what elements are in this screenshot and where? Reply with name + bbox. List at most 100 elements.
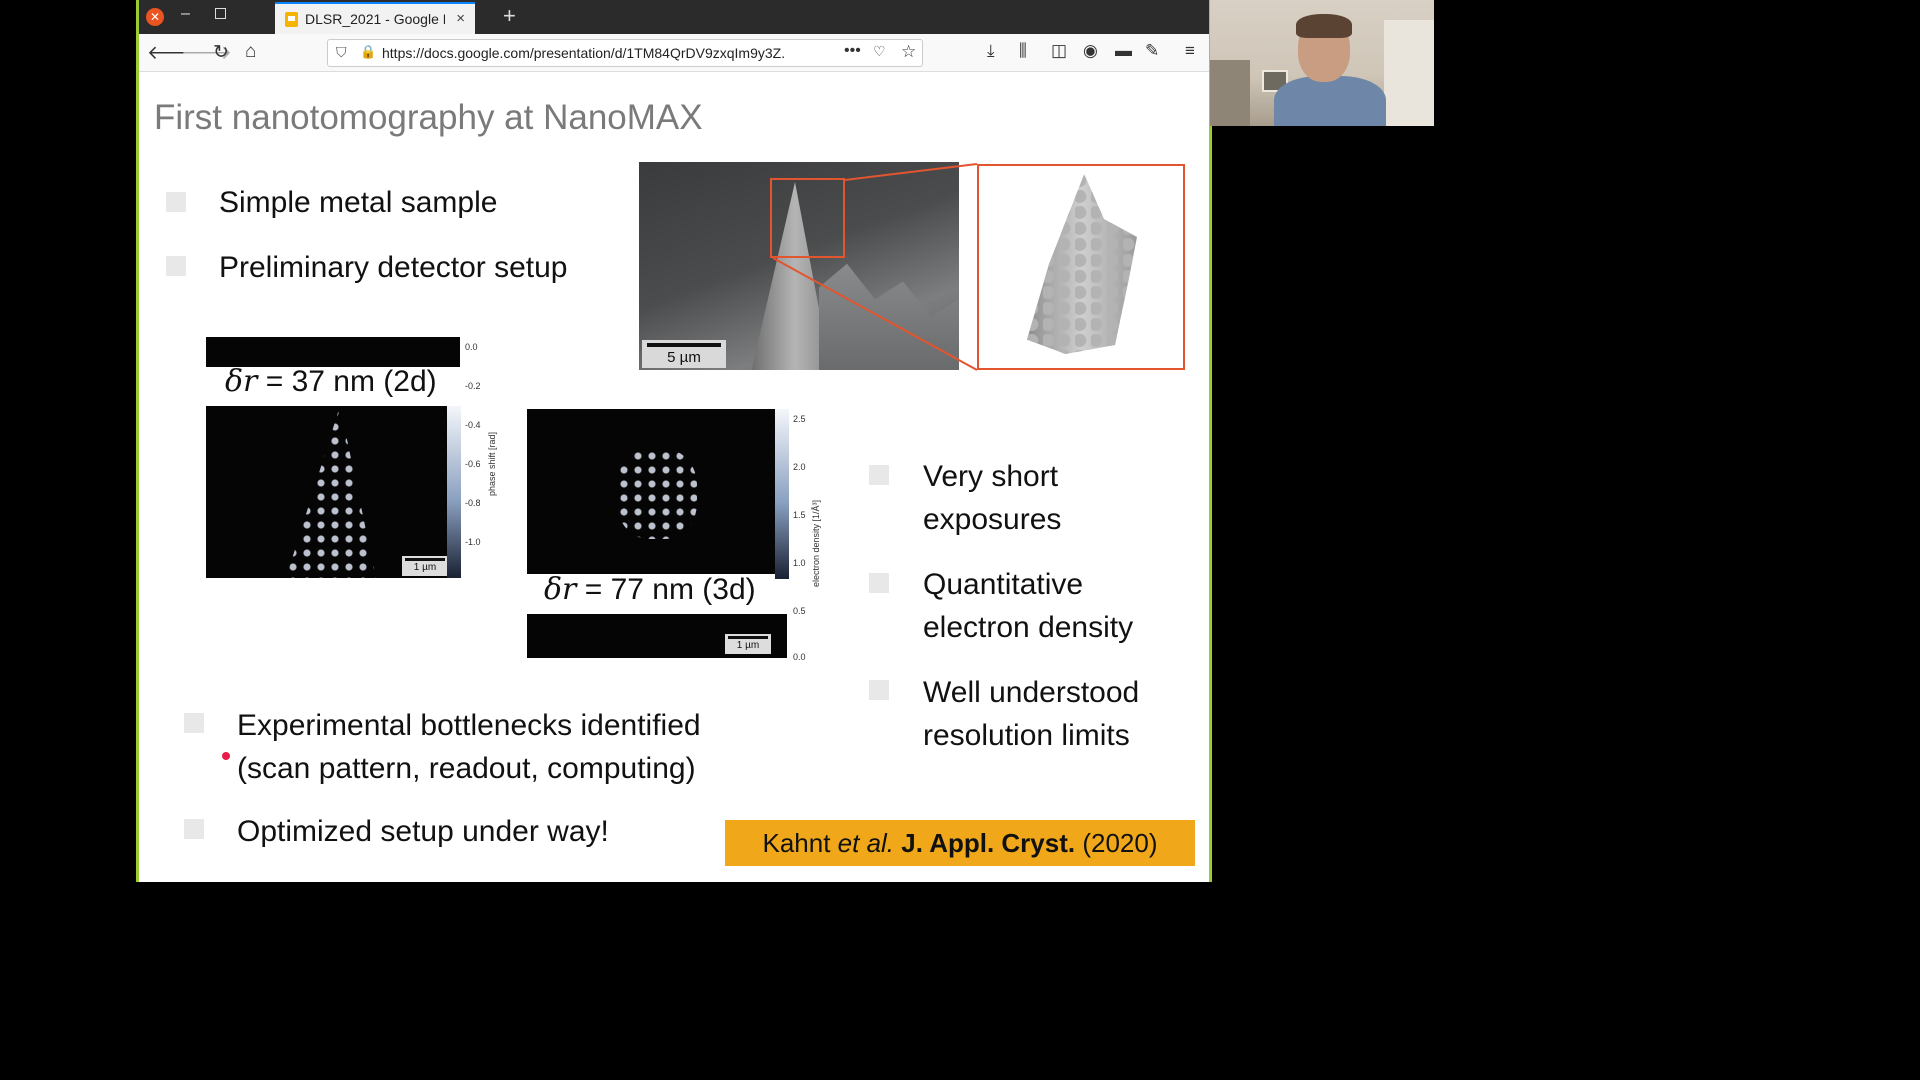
scale-bar-line [647, 343, 721, 347]
citation-journal: J. Appl. Cryst. [894, 828, 1076, 858]
window-maximize-button[interactable] [215, 8, 226, 19]
tab-title: DLSR_2021 - Google Pre [305, 11, 445, 27]
extension-icon[interactable]: ▬ [1115, 41, 1132, 61]
colorbar-tick: -1.0 [465, 537, 481, 547]
scale-bar-line [405, 558, 445, 561]
webcam-video [1210, 0, 1434, 126]
colorbar-tick: 1.0 [793, 558, 806, 568]
sample-ridge [819, 263, 959, 370]
bullet-marker [869, 573, 889, 593]
url-text[interactable]: https://docs.google.com/presentation/d/1… [382, 45, 842, 61]
citation-author: Kahnt [762, 828, 838, 858]
reconstruction-render [977, 164, 1185, 370]
addon-icon[interactable]: ✎ [1145, 41, 1159, 61]
bullet-marker [184, 819, 204, 839]
bullet-marker [869, 680, 889, 700]
citation-text: Kahnt et al. J. Appl. Cryst. (2020) [725, 828, 1195, 859]
slides-icon [285, 12, 298, 27]
resolution-label-2d: δr = 37 nm (2d) [225, 364, 437, 399]
bullet-text: Well understood resolution limits [923, 671, 1139, 757]
account-icon[interactable]: ◉ [1083, 41, 1098, 61]
window-minimize-button[interactable]: – [181, 5, 190, 23]
webcam-background [1210, 60, 1250, 126]
delta-symbol: δr [225, 364, 258, 399]
bullet-text: Experimental bottlenecks identified (scan… [237, 704, 701, 790]
colorbar-tick: 0.5 [793, 606, 806, 616]
menu-icon[interactable]: ≡ [1185, 41, 1195, 61]
bullet-text: Quantitative electron density [923, 563, 1133, 649]
resolution-value: = 37 nm (2d) [257, 365, 437, 398]
colorbar-tick: 2.5 [793, 414, 806, 424]
colorbar-tick: 0.0 [465, 342, 478, 352]
bullet-text: Simple metal sample [219, 186, 498, 219]
webcam-background [1384, 20, 1434, 126]
scale-bar: 5 µm [642, 340, 726, 368]
colorbar-tick: -0.4 [465, 420, 481, 430]
bullet-marker [184, 713, 204, 733]
bullet-line: resolution limits [923, 719, 1130, 752]
scale-bar-label: 1 µm [413, 562, 437, 573]
bullet-line: (scan pattern, readout, computing) [237, 752, 696, 785]
colorbar-tick: -0.6 [465, 459, 481, 469]
lock-icon[interactable]: 🔒 [360, 44, 376, 60]
sidebar-icon[interactable]: ◫ [1051, 41, 1067, 61]
presentation-slide: First nanotomography at NanoMAX Simple m… [139, 72, 1209, 882]
bullet-line: electron density [923, 611, 1134, 644]
bullet-text: Very short exposures [923, 455, 1061, 541]
bullet-line: Experimental bottlenecks identified [237, 709, 701, 742]
tab-bar: ✕ – DLSR_2021 - Google Pre × + [139, 0, 1209, 34]
colorbar-tick: 0.0 [793, 652, 806, 662]
reload-icon[interactable]: ↻ [213, 41, 229, 64]
url-bar[interactable]: ⛉ 🔒 https://docs.google.com/presentation… [327, 39, 923, 67]
shield-icon[interactable]: ⛉ [336, 44, 347, 61]
download-icon[interactable]: ⤓ [987, 41, 995, 61]
colorbar-tick: 1.5 [793, 510, 806, 520]
phase-projection-image: 1 µm [206, 406, 460, 578]
scale-bar-label: 1 µm [736, 640, 760, 651]
bullet-marker [166, 256, 186, 276]
projection-strip [206, 337, 460, 367]
scale-bar-label: 5 µm [667, 349, 701, 366]
phase-colorbar [447, 406, 461, 578]
colorbar-tick: 2.0 [793, 462, 806, 472]
bullet-line: exposures [923, 503, 1062, 536]
star-icon[interactable]: ☆ [901, 42, 916, 62]
presenter-hair [1296, 14, 1352, 38]
reconstructed-sample [1027, 174, 1137, 354]
bullet-text: Optimized setup under way! [237, 815, 609, 848]
lattice-texture [286, 406, 376, 578]
slide-title: First nanotomography at NanoMAX [154, 98, 703, 137]
pocket-icon[interactable]: ♡ [873, 43, 886, 60]
bullet-marker [869, 465, 889, 485]
bullet-marker [166, 192, 186, 212]
citation-year: (2020) [1075, 828, 1158, 858]
presenter-body [1274, 76, 1386, 126]
new-tab-button[interactable]: + [503, 3, 516, 29]
colorbar-tick: -0.2 [465, 381, 481, 391]
home-icon[interactable]: ⌂ [245, 41, 256, 63]
zoom-region-box [770, 178, 845, 258]
resolution-value: = 77 nm (3d) [576, 573, 756, 606]
nav-bar: 🡐 🡒 ↻ ⌂ ⛉ 🔒 https://docs.google.com/pres… [139, 34, 1209, 72]
scale-bar-line [728, 636, 768, 639]
tomogram-side-view: 1 µm [527, 614, 787, 658]
colorbar-label: electron density [1/Å³] [811, 499, 821, 587]
library-icon[interactable]: ⫼ [1019, 41, 1027, 61]
citation-etal: et al. [837, 828, 895, 858]
delta-symbol: δr [544, 572, 577, 607]
tab-slides[interactable]: DLSR_2021 - Google Pre × [275, 2, 475, 34]
citation-box: Kahnt et al. J. Appl. Cryst. (2020) [725, 820, 1195, 866]
colorbar-tick: -0.8 [465, 498, 481, 508]
bullet-text: Preliminary detector setup [219, 251, 568, 284]
scale-bar: 1 µm [402, 556, 448, 576]
more-icon[interactable]: ••• [844, 42, 861, 60]
resolution-label-3d: δr = 77 nm (3d) [544, 572, 756, 607]
scale-bar: 1 µm [725, 634, 771, 654]
tab-close-icon[interactable]: × [456, 10, 465, 27]
bullet-line: Very short [923, 460, 1059, 493]
window-close-button[interactable]: ✕ [146, 8, 164, 26]
browser-window: ✕ – DLSR_2021 - Google Pre × + 🡐 🡒 ↻ ⌂ ⛉… [136, 0, 1212, 882]
slice-texture [617, 449, 697, 539]
density-colorbar [775, 409, 789, 579]
laser-pointer-dot [222, 752, 230, 760]
